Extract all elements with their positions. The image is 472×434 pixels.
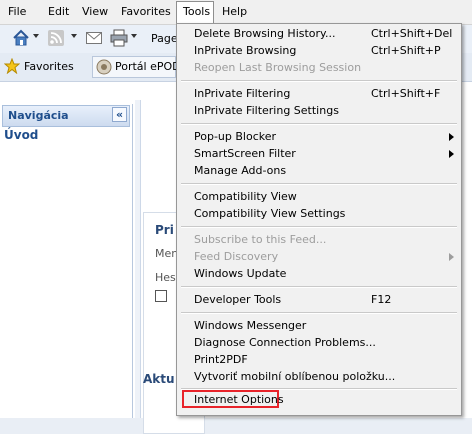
mail-icon[interactable] (86, 31, 102, 45)
feeds-dropdown-icon[interactable] (71, 34, 77, 38)
menu-file[interactable]: File (8, 5, 26, 18)
submenu-arrow-icon (449, 133, 454, 141)
tools-menu: Delete Browsing History... Ctrl+Shift+De… (176, 23, 462, 416)
popup-blocker-item[interactable]: Pop-up Blocker (194, 130, 276, 143)
menu-separator (181, 80, 457, 82)
print-dropdown-icon[interactable] (131, 34, 137, 38)
menu-separator (181, 286, 457, 288)
developer-tools-item[interactable]: Developer Tools (194, 293, 281, 306)
reopen-last-session-item: Reopen Last Browsing Session (194, 61, 362, 74)
inprivate-filtering-item[interactable]: InPrivate Filtering (194, 87, 290, 100)
compatibility-view-item[interactable]: Compatibility View (194, 190, 297, 203)
page-menu-button[interactable]: Page (151, 32, 178, 45)
menu-favorites[interactable]: Favorites (121, 5, 171, 18)
menu-view[interactable]: View (82, 5, 108, 18)
menu-separator (181, 312, 457, 314)
inprivate-browsing-shortcut: Ctrl+Shift+P (371, 44, 441, 57)
feeds-icon[interactable] (48, 30, 64, 46)
windows-messenger-item[interactable]: Windows Messenger (194, 319, 306, 332)
delete-browsing-history-shortcut: Ctrl+Shift+Del (371, 27, 453, 40)
feed-discovery-item: Feed Discovery (194, 250, 279, 263)
username-label: Men (155, 247, 179, 260)
menu-separator (181, 183, 457, 185)
print-icon[interactable] (110, 29, 128, 47)
menu-edit[interactable]: Edit (48, 5, 69, 18)
menu-help[interactable]: Help (222, 5, 247, 18)
collapse-pane-button[interactable]: « (112, 107, 127, 122)
subscribe-feed-item: Subscribe to this Feed... (194, 233, 327, 246)
developer-tools-shortcut: F12 (371, 293, 392, 306)
windows-update-item[interactable]: Windows Update (194, 267, 286, 280)
print2pdf-item[interactable]: Print2PDF (194, 353, 248, 366)
menu-bar: File Edit View Favorites Tools Help (0, 0, 472, 25)
delete-browsing-history-item[interactable]: Delete Browsing History... (194, 27, 336, 40)
smartscreen-filter-item[interactable]: SmartScreen Filter (194, 147, 296, 160)
manage-addons-item[interactable]: Manage Add-ons (194, 164, 286, 177)
site-favicon-icon (96, 59, 112, 75)
login-title: Pri (155, 223, 174, 237)
inprivate-filtering-shortcut: Ctrl+Shift+F (371, 87, 441, 100)
menu-separator (181, 123, 457, 125)
favorites-button[interactable]: Favorites (24, 60, 74, 73)
remember-checkbox[interactable] (155, 290, 167, 302)
diagnose-connection-item[interactable]: Diagnose Connection Problems... (194, 336, 376, 349)
navigation-title: Navigácia (8, 109, 69, 122)
home-dropdown-icon[interactable] (33, 34, 39, 38)
home-icon[interactable] (12, 29, 30, 47)
submenu-arrow-icon (449, 253, 454, 261)
nav-item-uvod[interactable]: Úvod (4, 128, 38, 142)
favorite-tab-label: Portál ePOD (115, 60, 181, 73)
favorites-star-icon (4, 58, 20, 74)
news-title: Aktu (143, 372, 175, 386)
menu-separator (181, 226, 457, 228)
mobile-favorite-item[interactable]: Vytvoriť mobilní oblíbenou položku... (194, 370, 395, 383)
navigation-pane (0, 104, 133, 418)
compatibility-view-settings-item[interactable]: Compatibility View Settings (194, 207, 345, 220)
menu-tools[interactable]: Tools (183, 5, 210, 18)
internet-options-item[interactable]: Internet Options (194, 393, 284, 406)
inprivate-filtering-settings-item[interactable]: InPrivate Filtering Settings (194, 104, 339, 117)
password-label: Hes (155, 271, 176, 284)
inprivate-browsing-item[interactable]: InPrivate Browsing (194, 44, 296, 57)
submenu-arrow-icon (449, 150, 454, 158)
